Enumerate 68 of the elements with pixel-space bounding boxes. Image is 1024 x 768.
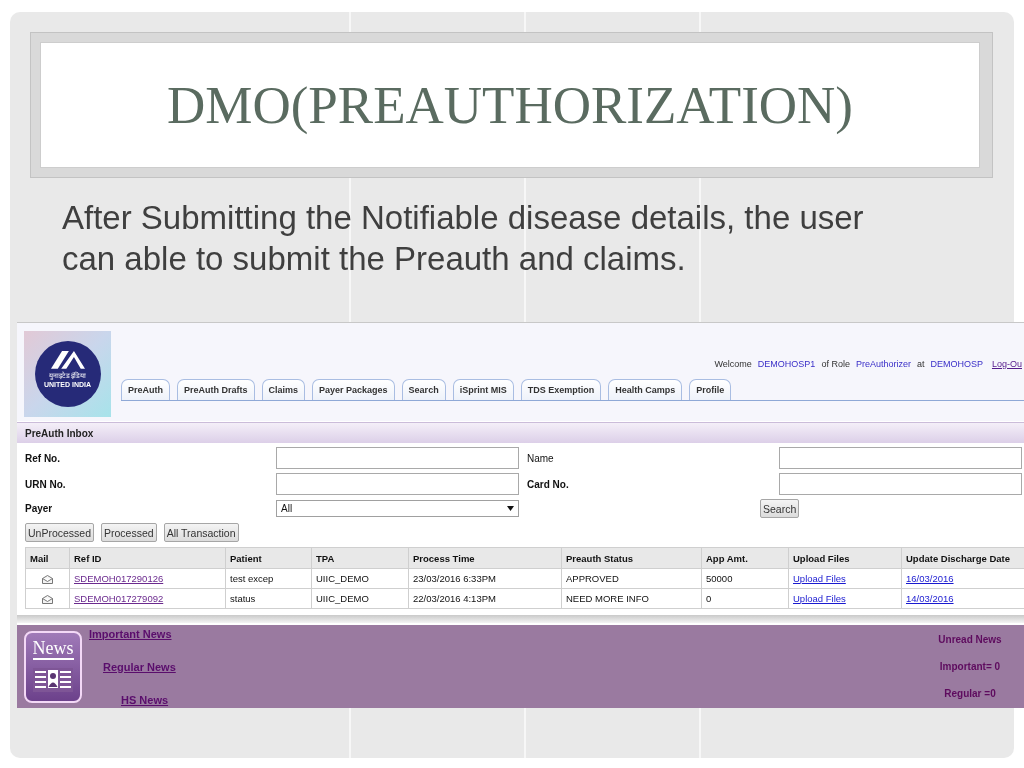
field-label: Payer — [25, 503, 53, 514]
nav-tab[interactable]: TDS Exemption — [520, 379, 602, 400]
nav-tab[interactable]: Profile — [689, 379, 732, 400]
field-label: Ref No. — [25, 452, 60, 464]
table-cell: APPROVED — [561, 568, 702, 589]
field-label: Card No. — [527, 478, 569, 490]
user-info-value: PreAuthorizer — [855, 358, 911, 370]
text-input-field[interactable] — [779, 473, 1022, 495]
newspaper-icon — [33, 668, 73, 692]
dropdown-field[interactable]: All — [276, 500, 519, 517]
table-header-cell: Upload Files — [788, 547, 902, 569]
filter-button[interactable]: All Transaction — [163, 523, 239, 542]
field-label: URN No. — [25, 478, 66, 490]
logout-link[interactable]: Log-Ou — [991, 358, 1022, 370]
caret-icon — [507, 506, 514, 511]
field-label: Name — [527, 452, 554, 464]
table-cell: UIIC_DEMO — [311, 568, 409, 589]
table-cell: UIIC_DEMO — [311, 588, 409, 609]
table-header-cell: App Amt. — [701, 547, 789, 569]
user-info-value: DEMOHOSP1 — [757, 358, 816, 370]
table-link[interactable]: SDEMOH017290126 — [74, 573, 164, 584]
filter-button[interactable]: UnProcessed — [25, 523, 95, 542]
nav-tab[interactable]: Search — [401, 379, 446, 400]
text-input-field[interactable] — [779, 447, 1022, 469]
table-cell: NEED MORE INFO — [561, 588, 702, 609]
nav-tab[interactable]: PreAuth — [121, 379, 170, 400]
filter-button[interactable]: Processed — [101, 523, 157, 542]
inbox-title: PreAuth Inbox — [25, 427, 94, 439]
nav-tab[interactable]: Payer Packages — [312, 379, 395, 400]
table-link[interactable]: 16/03/2016 — [906, 573, 954, 584]
welcome-text: at — [916, 358, 925, 370]
envelope-icon[interactable] — [42, 595, 53, 604]
search-button[interactable]: Search — [760, 499, 800, 518]
text-input-field[interactable] — [276, 473, 519, 495]
welcome-text: Welcome — [714, 358, 752, 370]
unread-news-heading: Unread News — [938, 633, 1002, 647]
table-header-cell: Process Time — [408, 547, 562, 569]
welcome-text: of Role — [821, 358, 850, 370]
slide-title: DMO(PREAUTHORIZATION) — [167, 75, 853, 135]
table-cell: 0 — [701, 588, 789, 609]
table-header-cell: Mail — [25, 547, 70, 569]
news-tile[interactable]: News — [24, 631, 82, 703]
table-link[interactable]: SDEMOH017279092 — [74, 593, 164, 604]
news-tile-label: News — [32, 638, 74, 660]
nav-tab[interactable]: Health Camps — [608, 379, 683, 400]
table-cell: 50000 — [701, 568, 789, 589]
table-header-cell: Preauth Status — [561, 547, 702, 569]
nav-tab[interactable]: PreAuth Drafts — [177, 379, 255, 400]
envelope-icon[interactable] — [42, 575, 53, 584]
chevron-logo-icon — [50, 350, 85, 369]
table-header-cell: Update Discharge Date — [901, 547, 1024, 569]
table-header-cell: TPA — [311, 547, 409, 569]
user-info-value: DEMOHOSP — [930, 358, 983, 370]
table-link[interactable]: 14/03/2016 — [906, 593, 954, 604]
unread-count: Important= 0 — [939, 660, 1001, 674]
unread-count: Regular =0 — [944, 687, 996, 701]
slide-body-text: After Submitting the Notifiable disease details, the user can able to submit the Preauth and claims. — [62, 198, 865, 279]
table-link[interactable]: Upload Files — [793, 593, 846, 604]
table-link[interactable]: Upload Files — [793, 573, 846, 584]
text-input-field[interactable] — [276, 447, 519, 469]
table-cell: status — [225, 588, 312, 609]
nav-tab[interactable]: Claims — [261, 379, 306, 400]
table-header-cell: Patient — [225, 547, 312, 569]
table-header-cell: Ref ID — [69, 547, 226, 569]
table-cell: 23/03/2016 6:33PM — [408, 568, 562, 589]
table-cell: 22/03/2016 4:13PM — [408, 588, 562, 609]
nav-tab[interactable]: iSprint MIS — [452, 379, 514, 400]
table-cell: test excep — [225, 568, 312, 589]
